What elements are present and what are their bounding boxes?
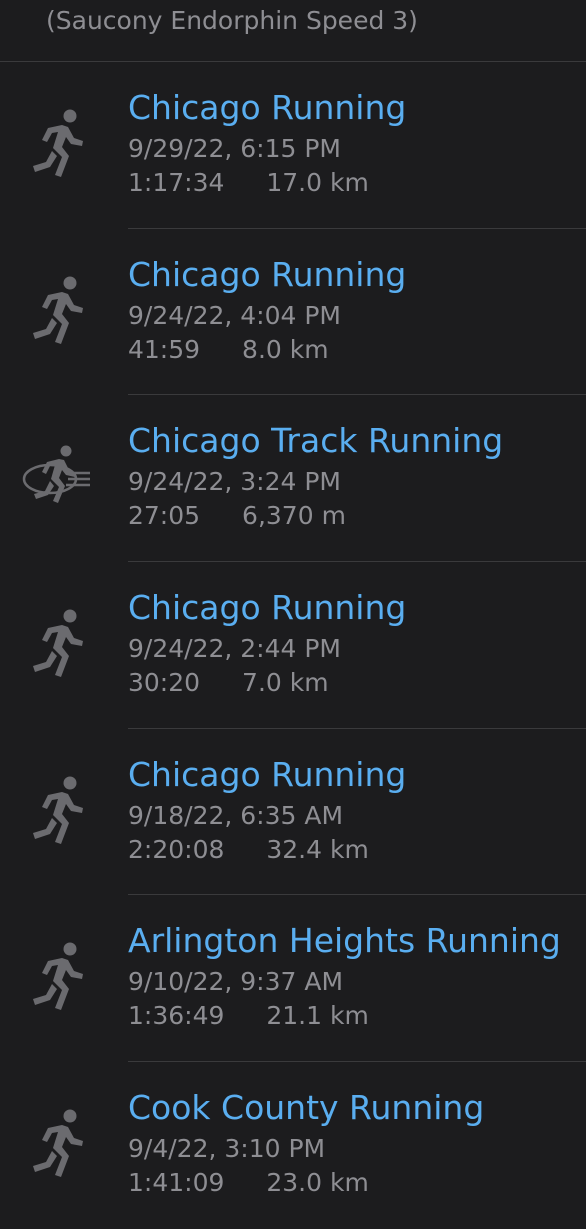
workout-duration: 1:36:49 — [128, 1001, 225, 1031]
running-icon — [22, 939, 92, 1015]
workout-row[interactable]: Chicago Running 9/24/22, 2:44 PM 30:20 7.… — [0, 562, 586, 729]
workout-distance: 21.1 km — [266, 1001, 369, 1031]
workout-title: Chicago Running — [128, 254, 407, 294]
running-icon — [22, 1106, 92, 1182]
workout-stats: 30:20 7.0 km — [128, 668, 329, 697]
workout-row[interactable]: Arlington Heights Running 9/10/22, 9:37 … — [0, 895, 586, 1063]
workout-distance: 7.0 km — [242, 668, 329, 698]
shoe-name-header: (Saucony Endorphin Speed 3) — [0, 0, 586, 62]
workout-date: 9/18/22, 6:35 AM — [128, 800, 344, 830]
workout-list: Chicago Running 9/29/22, 6:15 PM 1:17:34… — [0, 62, 586, 1229]
workout-stats: 41:59 8.0 km — [128, 335, 329, 364]
workout-row[interactable]: Chicago Running 9/18/22, 6:35 AM 2:20:08… — [0, 729, 586, 896]
workout-duration: 1:41:09 — [128, 1168, 225, 1198]
running-icon — [22, 273, 92, 349]
workout-stats: 27:05 6,370 m — [128, 501, 346, 530]
workout-duration: 27:05 — [128, 501, 201, 531]
workout-title: Arlington Heights Running — [128, 921, 561, 961]
workout-date: 9/10/22, 9:37 AM — [128, 967, 344, 997]
running-icon — [22, 606, 92, 682]
workout-date: 9/24/22, 2:44 PM — [128, 634, 342, 664]
workout-duration: 2:20:08 — [128, 834, 225, 864]
track-running-icon — [22, 439, 92, 515]
workout-title: Cook County Running — [128, 1088, 485, 1128]
workout-stats: 1:36:49 21.1 km — [128, 1001, 369, 1030]
workout-row[interactable]: Chicago Running 9/29/22, 6:15 PM 1:17:34… — [0, 62, 586, 229]
workout-title: Chicago Running — [128, 88, 407, 127]
workout-distance: 32.4 km — [266, 834, 369, 864]
workout-title: Chicago Track Running — [128, 421, 504, 461]
workout-distance: 17.0 km — [266, 168, 369, 197]
workout-title: Chicago Running — [128, 754, 407, 794]
workout-stats: 1:41:09 23.0 km — [128, 1168, 369, 1197]
workout-distance: 6,370 m — [242, 501, 346, 531]
workout-distance: 8.0 km — [242, 334, 329, 364]
workout-date: 9/4/22, 3:10 PM — [128, 1134, 326, 1164]
workout-row[interactable]: Cook County Running 9/4/22, 3:10 PM 1:41… — [0, 1062, 586, 1229]
workout-duration: 30:20 — [128, 668, 201, 698]
workout-duration: 1:17:34 — [128, 168, 225, 197]
workout-distance: 23.0 km — [266, 1168, 369, 1198]
running-icon — [22, 106, 92, 182]
workout-title: Chicago Running — [128, 588, 407, 628]
workout-duration: 41:59 — [128, 334, 201, 364]
workout-stats: 2:20:08 32.4 km — [128, 835, 369, 864]
workout-date: 9/29/22, 6:15 PM — [128, 134, 342, 163]
workout-date: 9/24/22, 3:24 PM — [128, 467, 342, 497]
running-icon — [22, 773, 92, 849]
workout-row[interactable]: Chicago Track Running 9/24/22, 3:24 PM 2… — [0, 395, 586, 563]
workout-row[interactable]: Chicago Running 9/24/22, 4:04 PM 41:59 8.… — [0, 229, 586, 396]
workout-stats: 1:17:34 17.0 km — [128, 168, 369, 197]
workout-date: 9/24/22, 4:04 PM — [128, 300, 342, 330]
